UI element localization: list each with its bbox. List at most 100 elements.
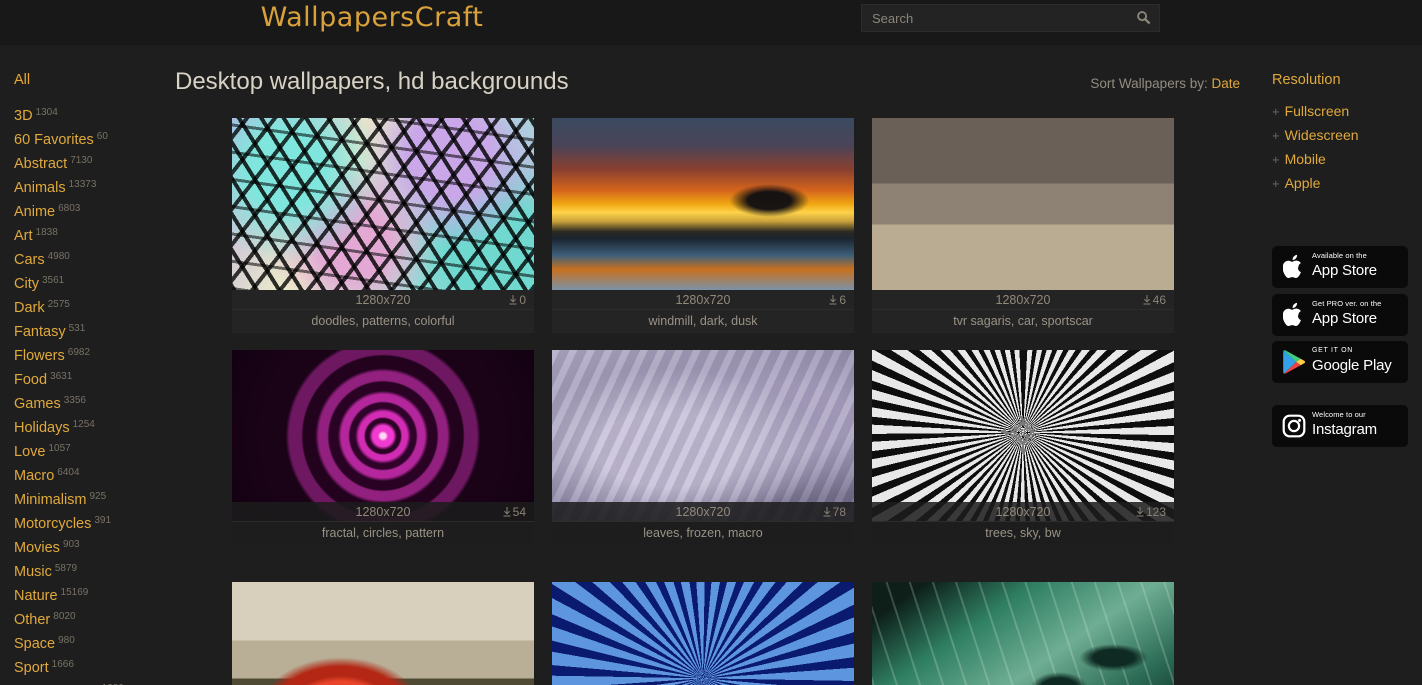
sidebar-item-love[interactable]: Love 1057 — [0, 437, 175, 461]
sidebar-item-cars[interactable]: Cars 4980 — [0, 245, 175, 269]
resolution-sidebar: Resolution + Fullscreen + Widescreen + Mobile… — [1258, 45, 1422, 685]
search-icon — [1136, 10, 1151, 28]
wallpaper-card[interactable]: 1280x720 0 doodles, patterns, colorful — [232, 118, 534, 333]
wallpaper-card[interactable] — [232, 582, 534, 685]
sidebar-item-count: 1304 — [35, 107, 58, 118]
sidebar-item-count: 7130 — [70, 155, 93, 166]
sidebar-item-label: Motorcycles — [14, 516, 92, 532]
wallpaper-card[interactable] — [872, 582, 1174, 685]
sidebar-item-animals[interactable]: Animals 13373 — [0, 173, 175, 197]
sidebar-item-label: Food — [14, 372, 48, 388]
wallpaper-thumbnail-link[interactable] — [232, 582, 534, 685]
wallpaper-tags[interactable]: trees, sky, bw — [872, 522, 1174, 545]
wallpaper-download-count: 123 — [1136, 502, 1166, 522]
sidebar-item-flowers[interactable]: Flowers 6982 — [0, 341, 175, 365]
app-badge-apple-1[interactable]: Get PRO ver. on the App Store — [1272, 294, 1408, 336]
plus-icon: + — [1272, 128, 1280, 143]
sidebar-item-label: City — [14, 276, 39, 292]
sort-control: Sort Wallpapers by: Date — [1090, 76, 1240, 91]
sidebar-item-sport[interactable]: Sport 1666 — [0, 653, 175, 677]
sidebar-item-label: All — [14, 72, 31, 88]
wallpaper-tags[interactable]: fractal, circles, pattern — [232, 522, 534, 545]
resolution-item-fullscreen[interactable]: + Fullscreen — [1258, 99, 1422, 123]
app-badge-google-play-2[interactable]: GET IT ON Google Play — [1272, 341, 1408, 383]
sidebar-item-60-favorites[interactable]: 60 Favorites 60 — [0, 125, 175, 149]
sidebar-item-motorcycles[interactable]: Motorcycles 391 — [0, 509, 175, 533]
sidebar-item-anime[interactable]: Anime 6803 — [0, 197, 175, 221]
sidebar-item-music[interactable]: Music 5879 — [0, 557, 175, 581]
sidebar-item-count: 1838 — [35, 227, 58, 238]
wallpaper-thumbnail-link[interactable] — [552, 118, 854, 290]
sidebar-item-food[interactable]: Food 3631 — [0, 365, 175, 389]
resolution-item-label: Apple — [1284, 175, 1321, 191]
wallpaper-card[interactable]: 1280x720 46 tvr sagaris, car, sportscar — [872, 118, 1174, 333]
sort-value[interactable]: Date — [1211, 76, 1240, 91]
wallpaper-download-count: 46 — [1143, 290, 1166, 310]
sidebar-item-count: 2575 — [47, 299, 70, 310]
red-sportscar-thumbnail — [872, 118, 1174, 290]
sidebar-item-space[interactable]: Space 980 — [0, 629, 175, 653]
wallpaper-meta-bar: 1280x720 0 — [232, 290, 534, 310]
sidebar-item-label: Movies — [14, 540, 60, 556]
wallpaper-card[interactable]: 1280x720 54 fractal, circles, pattern — [232, 350, 534, 545]
wallpaper-card[interactable]: 1280x720 78 leaves, frozen, macro — [552, 350, 854, 545]
wallpaper-thumbnail-link[interactable] — [872, 582, 1174, 685]
wallpaper-thumbnail-link[interactable] — [872, 350, 1174, 522]
wallpaper-tags[interactable]: doodles, patterns, colorful — [232, 310, 534, 333]
sidebar-item-fantasy[interactable]: Fantasy 531 — [0, 317, 175, 341]
bw-trees-thumbnail — [872, 350, 1174, 522]
app-badge-apple-0[interactable]: Available on the App Store — [1272, 246, 1408, 288]
app-badge-big-text: Instagram — [1312, 421, 1377, 438]
wallpaper-tags[interactable]: tvr sagaris, car, sportscar — [872, 310, 1174, 333]
sidebar-item-count: 60 — [96, 131, 108, 142]
resolution-item-widescreen[interactable]: + Widescreen — [1258, 123, 1422, 147]
sidebar-item-3d[interactable]: 3D 1304 — [0, 101, 175, 125]
resolution-item-apple[interactable]: + Apple — [1258, 171, 1422, 195]
sidebar-item-games[interactable]: Games 3356 — [0, 389, 175, 413]
windmill-sunset-thumbnail — [552, 118, 854, 290]
wallpaper-thumbnail-link[interactable] — [232, 350, 534, 522]
sidebar-item-count: 1254 — [72, 419, 95, 430]
sidebar-item-movies[interactable]: Movies 903 — [0, 533, 175, 557]
download-count-value: 78 — [832, 505, 846, 519]
sidebar-item-macro[interactable]: Macro 6404 — [0, 461, 175, 485]
wallpaper-tags[interactable]: windmill, dark, dusk — [552, 310, 854, 333]
sidebar-item-technologies[interactable]: Technologies1289 — [0, 677, 175, 685]
wallpaper-download-count: 0 — [509, 290, 526, 310]
sidebar-item-abstract[interactable]: Abstract 7130 — [0, 149, 175, 173]
sidebar-item-count: 980 — [58, 635, 75, 646]
sidebar-item-all[interactable]: All — [0, 68, 175, 92]
sidebar-item-label: 3D — [14, 108, 33, 124]
search-box[interactable] — [861, 4, 1160, 32]
wallpaper-card[interactable]: 1280x720 6 windmill, dark, dusk — [552, 118, 854, 333]
sidebar-item-art[interactable]: Art 1838 — [0, 221, 175, 245]
magenta-fractal-thumbnail — [232, 350, 534, 522]
sidebar-item-count: 13373 — [68, 179, 97, 190]
wallpaper-tags[interactable]: leaves, frozen, macro — [552, 522, 854, 545]
apple-icon — [1281, 300, 1307, 330]
resolution-list: + Fullscreen + Widescreen + Mobile + Apple — [1258, 99, 1422, 195]
app-badge-instagram-3[interactable]: Welcome to our Instagram — [1272, 405, 1408, 447]
sidebar-item-city[interactable]: City 3561 — [0, 269, 175, 293]
app-badge-big-text: App Store — [1312, 262, 1377, 279]
resolution-item-mobile[interactable]: + Mobile — [1258, 147, 1422, 171]
wallpaper-card[interactable] — [552, 582, 854, 685]
wallpaper-thumbnail-link[interactable] — [552, 350, 854, 522]
sidebar-item-nature[interactable]: Nature 15169 — [0, 581, 175, 605]
sidebar-item-count: 925 — [89, 491, 107, 502]
monstera-leaf-thumbnail — [872, 582, 1174, 685]
sidebar-item-other[interactable]: Other 8020 — [0, 605, 175, 629]
wallpaper-thumbnail-link[interactable] — [232, 118, 534, 290]
site-logo[interactable]: WallpapersCraft — [232, 2, 512, 33]
wallpaper-card[interactable]: 1280x720 123 trees, sky, bw — [872, 350, 1174, 545]
sidebar-item-dark[interactable]: Dark 2575 — [0, 293, 175, 317]
search-button[interactable] — [1131, 8, 1155, 29]
sidebar-item-minimalism[interactable]: Minimalism 925 — [0, 485, 175, 509]
sidebar-item-holidays[interactable]: Holidays 1254 — [0, 413, 175, 437]
download-count-value: 0 — [519, 293, 526, 307]
sidebar-item-label: Anime — [14, 204, 56, 220]
search-input[interactable] — [862, 5, 1132, 31]
wallpaper-thumbnail-link[interactable] — [552, 582, 854, 685]
wallpaper-thumbnail-link[interactable] — [872, 118, 1174, 290]
sidebar-item-count: 1057 — [48, 443, 71, 454]
